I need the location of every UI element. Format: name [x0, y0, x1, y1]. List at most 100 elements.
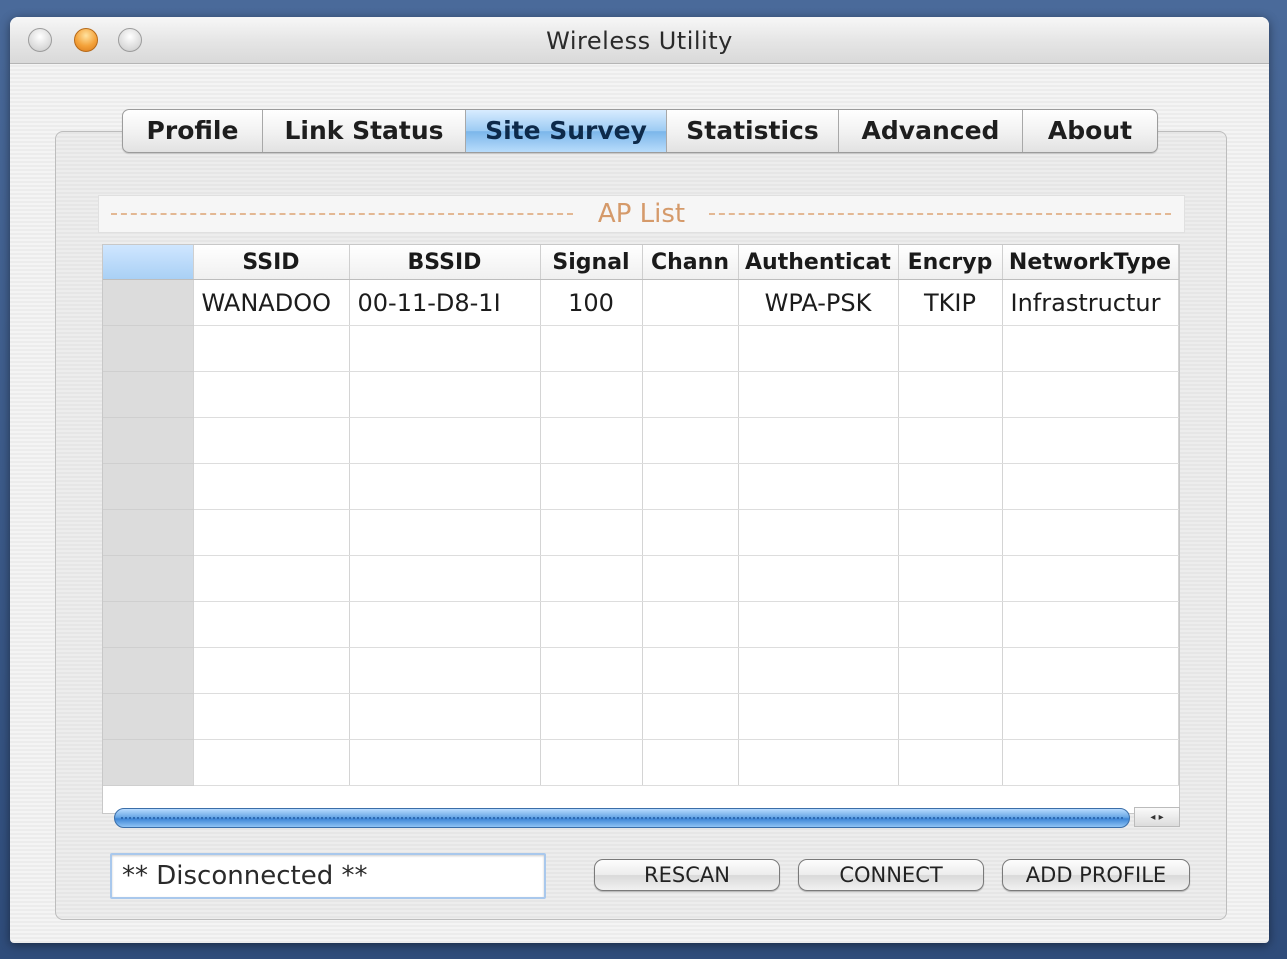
empty-cell: [540, 693, 643, 740]
empty-cell: [193, 647, 350, 694]
column-header-ssid[interactable]: SSID: [193, 245, 350, 280]
tab-about[interactable]: About: [1023, 110, 1157, 152]
add-profile-button[interactable]: ADD PROFILE: [1002, 859, 1190, 891]
ap-list-header: AP List: [98, 195, 1185, 233]
empty-cell: [1002, 693, 1179, 740]
empty-table-row: [103, 325, 1179, 372]
empty-table-row: [103, 463, 1179, 510]
empty-cell: [738, 693, 899, 740]
cell-channel: [642, 279, 739, 326]
row-header-cell: [103, 601, 194, 648]
tab-bar: Profile Link Status Site Survey Statisti…: [122, 109, 1158, 153]
empty-cell: [642, 371, 739, 418]
empty-cell: [349, 417, 541, 464]
empty-cell: [540, 371, 643, 418]
wireless-utility-window: Wireless Utility Profile Link Status Sit…: [10, 17, 1269, 943]
empty-cell: [642, 739, 739, 786]
empty-cell: [898, 647, 1003, 694]
empty-cell: [738, 601, 899, 648]
empty-cell: [642, 555, 739, 602]
ap-list-table[interactable]: SSID BSSID Signal Chann Authenticat Encr…: [102, 244, 1180, 814]
cell-signal: 100: [540, 279, 643, 326]
scroll-right-arrow-icon[interactable]: ▸: [1159, 812, 1164, 823]
tab-profile[interactable]: Profile: [123, 110, 263, 152]
horizontal-scrollbar[interactable]: ◂ ▸: [114, 807, 1180, 829]
empty-cell: [642, 417, 739, 464]
empty-cell: [642, 509, 739, 556]
empty-cell: [898, 739, 1003, 786]
tab-advanced[interactable]: Advanced: [839, 110, 1023, 152]
empty-cell: [193, 463, 350, 510]
column-header-channel[interactable]: Chann: [642, 245, 739, 280]
empty-cell: [1002, 371, 1179, 418]
title-bar[interactable]: Wireless Utility: [10, 17, 1269, 64]
empty-cell: [642, 325, 739, 372]
row-header-cell: [103, 325, 194, 372]
cell-encryption: TKIP: [898, 279, 1003, 326]
empty-cell: [193, 739, 350, 786]
empty-cell: [1002, 647, 1179, 694]
empty-cell: [540, 325, 643, 372]
empty-cell: [642, 693, 739, 740]
empty-cell: [349, 739, 541, 786]
empty-cell: [898, 509, 1003, 556]
connection-status-field: ** Disconnected **: [110, 853, 546, 899]
empty-cell: [540, 555, 643, 602]
row-header-cell: [103, 279, 194, 326]
scrollbar-thumb[interactable]: [114, 808, 1130, 828]
empty-cell: [898, 371, 1003, 418]
empty-cell: [642, 463, 739, 510]
scroll-left-arrow-icon[interactable]: ◂: [1150, 812, 1155, 823]
column-header-bssid[interactable]: BSSID: [349, 245, 541, 280]
empty-cell: [738, 325, 899, 372]
tab-site-survey[interactable]: Site Survey: [466, 110, 667, 152]
empty-cell: [898, 463, 1003, 510]
column-header-signal[interactable]: Signal: [540, 245, 643, 280]
empty-table-row: [103, 647, 1179, 694]
table-row[interactable]: WANADOO 00-11-D8-1I 100 WPA-PSK TKIP Inf…: [103, 279, 1179, 326]
empty-cell: [540, 417, 643, 464]
empty-cell: [540, 647, 643, 694]
empty-cell: [193, 601, 350, 648]
empty-cell: [349, 325, 541, 372]
row-header-cell: [103, 509, 194, 556]
empty-cell: [1002, 739, 1179, 786]
empty-cell: [738, 463, 899, 510]
row-header-cell: [103, 555, 194, 602]
empty-cell: [193, 325, 350, 372]
empty-cell: [193, 555, 350, 602]
ap-list-divider-right: [709, 213, 1171, 215]
empty-cell: [349, 555, 541, 602]
empty-cell: [1002, 509, 1179, 556]
ap-table: SSID BSSID Signal Chann Authenticat Encr…: [103, 245, 1179, 786]
table-header-row: SSID BSSID Signal Chann Authenticat Encr…: [103, 245, 1179, 280]
cell-ssid: WANADOO: [193, 279, 350, 326]
empty-cell: [738, 739, 899, 786]
rescan-button[interactable]: RESCAN: [594, 859, 780, 891]
empty-cell: [540, 509, 643, 556]
empty-cell: [1002, 417, 1179, 464]
empty-cell: [898, 555, 1003, 602]
empty-cell: [193, 371, 350, 418]
empty-table-row: [103, 509, 1179, 556]
empty-table-row: [103, 601, 1179, 648]
empty-cell: [349, 647, 541, 694]
empty-cell: [540, 601, 643, 648]
tab-link-status[interactable]: Link Status: [263, 110, 466, 152]
empty-cell: [642, 647, 739, 694]
column-header-encryption[interactable]: Encryp: [898, 245, 1003, 280]
empty-cell: [1002, 601, 1179, 648]
empty-cell: [898, 417, 1003, 464]
empty-cell: [898, 693, 1003, 740]
connect-button[interactable]: CONNECT: [798, 859, 984, 891]
empty-cell: [540, 463, 643, 510]
empty-cell: [1002, 325, 1179, 372]
scrollbar-grip: [121, 817, 1123, 819]
column-header-network-type[interactable]: NetworkType: [1002, 245, 1179, 280]
tab-statistics[interactable]: Statistics: [667, 110, 839, 152]
empty-cell: [349, 371, 541, 418]
empty-cell: [540, 739, 643, 786]
column-header-authentication[interactable]: Authenticat: [738, 245, 899, 280]
scroll-arrows[interactable]: ◂ ▸: [1134, 807, 1180, 827]
row-header-cell: [103, 417, 194, 464]
